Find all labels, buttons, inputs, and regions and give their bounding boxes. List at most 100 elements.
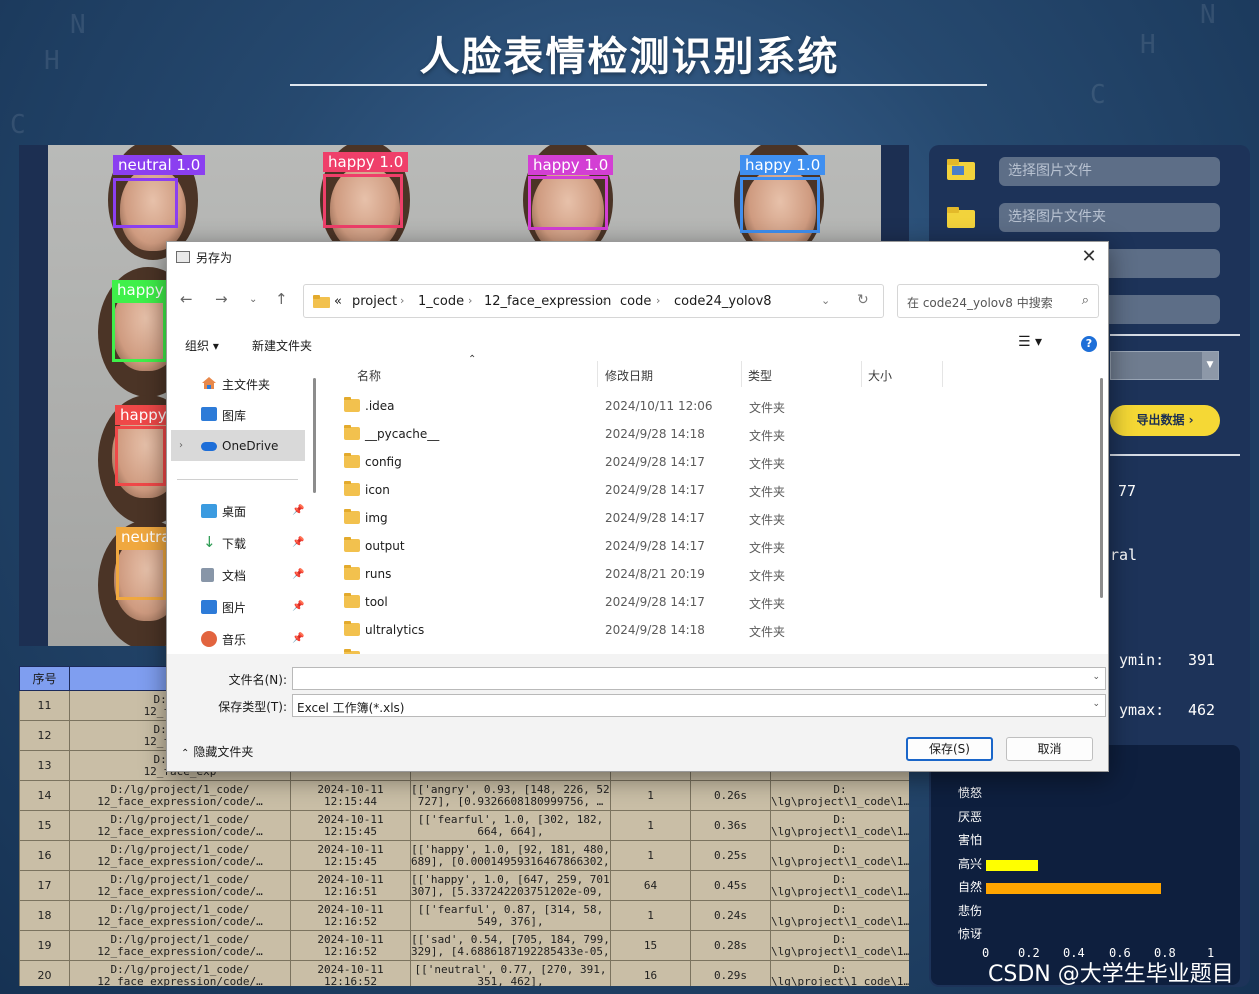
panel-divider — [1110, 454, 1240, 456]
filetype-select[interactable]: Excel 工作簿(*.xls) ⌄ — [292, 694, 1106, 717]
export-data-button[interactable]: 导出数据 › — [1110, 405, 1220, 436]
back-arrow-icon[interactable]: ← — [180, 290, 193, 308]
refresh-icon[interactable]: ↻ — [857, 292, 869, 308]
table-row[interactable]: 16 D:/lg/project/1_code/12_face_expressio… — [19, 840, 909, 871]
file-type: 文件夹 — [749, 401, 786, 415]
image-folder-input[interactable]: 选择图片文件夹 — [999, 203, 1220, 232]
chevron-down-icon[interactable]: ⌄ — [1092, 699, 1100, 709]
nav-item-documents[interactable]: 文档 — [222, 567, 246, 584]
chevron-down-icon[interactable]: ⌄ — [821, 294, 830, 307]
nav-item-gallery[interactable]: 图库 — [222, 407, 246, 424]
cell-line: 12_face_expression/code/… — [97, 944, 263, 958]
file-row[interactable]: img 2024/9/28 14:17 文件夹 — [343, 504, 1098, 532]
image-folder-icon[interactable] — [946, 205, 976, 229]
file-row[interactable]: config 2024/9/28 14:17 文件夹 — [343, 448, 1098, 476]
pin-icon[interactable]: 📌 — [292, 633, 304, 644]
time-cell: 2024-10-11 12:16:52 — [290, 960, 411, 986]
file-type: 文件夹 — [749, 541, 786, 555]
file-row[interactable]: icon 2024/9/28 14:17 文件夹 — [343, 476, 1098, 504]
bar-category-label: 自然 — [958, 880, 983, 894]
breadcrumb-overflow[interactable]: « — [334, 294, 342, 309]
save-path-cell: D: \lg\project\1_code\1… — [770, 810, 909, 841]
nav-item-onedrive[interactable]: OneDrive — [222, 439, 278, 453]
up-arrow-icon[interactable]: ↑ — [275, 290, 288, 308]
breadcrumb-item[interactable]: code — [620, 294, 651, 309]
column-header-name[interactable]: 名称 — [357, 367, 381, 384]
file-row[interactable]: output 2024/9/28 14:17 文件夹 — [343, 532, 1098, 560]
image-file-icon[interactable] — [946, 157, 976, 181]
row-index: 20 — [19, 960, 70, 986]
breadcrumb-item[interactable]: 12_face_expression — [484, 294, 611, 309]
column-header-date[interactable]: 修改日期 — [605, 367, 653, 384]
breadcrumb-item[interactable]: 1_code — [418, 294, 464, 309]
file-row[interactable]: ultralytics 2024/9/28 14:18 文件夹 — [343, 616, 1098, 644]
cell-line: D: — [833, 872, 847, 886]
file-name: img — [365, 511, 388, 525]
table-row[interactable]: 20 D:/lg/project/1_code/12_face_expressio… — [19, 960, 909, 986]
image-path-cell: D:/lg/project/1_code/12_face_expression/… — [69, 810, 291, 841]
nav-item-music[interactable]: 音乐 — [222, 631, 246, 648]
file-row[interactable]: __pycache__ 2024/9/28 14:18 文件夹 — [343, 420, 1098, 448]
table-row[interactable]: 15 D:/lg/project/1_code/12_face_expressio… — [19, 810, 909, 841]
file-row[interactable]: runs 2024/8/21 20:19 文件夹 — [343, 560, 1098, 588]
help-icon[interactable]: ? — [1081, 336, 1097, 352]
address-bar[interactable]: « project › 1_code › 12_face_expression … — [303, 284, 884, 318]
nav-scrollbar[interactable] — [313, 378, 316, 493]
column-header[interactable]: 序号 — [19, 666, 70, 691]
forward-arrow-icon[interactable]: → — [215, 290, 228, 308]
pin-icon[interactable]: 📌 — [292, 537, 304, 548]
file-row[interactable]: .idea 2024/10/11 12:06 文件夹 — [343, 392, 1098, 420]
time-cell: 2024-10-11 12:15:45 — [290, 840, 411, 871]
view-options-icon[interactable]: ☰ ▾ — [1018, 334, 1042, 350]
nav-item-desktop[interactable]: 桌面 — [222, 503, 246, 520]
organize-button[interactable]: 组织 ▾ — [185, 337, 219, 354]
breadcrumb-item[interactable]: code24_yolov8 — [674, 294, 772, 309]
image-file-input[interactable]: 选择图片文件 — [999, 157, 1220, 186]
image-path-cell: D:/lg/project/1_code/12_face_expression/… — [69, 780, 291, 811]
chevron-right-icon: › — [656, 294, 661, 307]
pin-icon[interactable]: 📌 — [292, 601, 304, 612]
table-row[interactable]: 19 D:/lg/project/1_code/12_face_expressio… — [19, 930, 909, 961]
hide-folders-toggle[interactable]: ⌃ 隐藏文件夹 — [181, 743, 253, 760]
nav-item-downloads[interactable]: 下载 — [222, 535, 246, 552]
nav-item-home[interactable]: 主文件夹 — [222, 376, 270, 393]
cancel-button[interactable]: 取消 — [1006, 737, 1093, 761]
dialog-titlebar[interactable]: 另存为 ✕ — [167, 242, 1108, 272]
cell-line: 12_face_expression/code/… — [97, 824, 263, 838]
duration-cell: 0.25s — [690, 840, 771, 871]
pin-icon[interactable]: 📌 — [292, 505, 304, 516]
column-header-type[interactable]: 类型 — [748, 367, 772, 384]
folder-icon — [344, 621, 360, 636]
close-icon[interactable]: ✕ — [1078, 246, 1100, 267]
folder-icon — [344, 453, 360, 468]
file-date: 2024/9/28 14:17 — [605, 511, 705, 525]
column-divider[interactable] — [597, 361, 598, 387]
chevron-down-icon[interactable]: ⌄ — [249, 294, 257, 305]
new-folder-button[interactable]: 新建文件夹 — [252, 337, 312, 354]
pin-icon[interactable]: 📌 — [292, 569, 304, 580]
file-type: 文件夹 — [749, 429, 786, 443]
column-divider[interactable] — [741, 361, 742, 387]
chevron-up-icon: ⌃ — [181, 748, 190, 759]
breadcrumb-item[interactable]: project — [352, 294, 397, 309]
save-button[interactable]: 保存(S) — [906, 737, 993, 761]
chevron-down-icon[interactable]: ⌄ — [1092, 672, 1100, 682]
search-input[interactable]: 在 code24_yolov8 中搜索 ⌕ — [897, 284, 1099, 318]
target-select[interactable]: ▼ — [1110, 351, 1219, 380]
table-row[interactable]: 18 D:/lg/project/1_code/12_face_expressio… — [19, 900, 909, 931]
column-divider[interactable] — [861, 361, 862, 387]
column-divider[interactable] — [942, 361, 943, 387]
file-row[interactable]: tool 2024/9/28 14:17 文件夹 — [343, 588, 1098, 616]
table-row[interactable]: 17 D:/lg/project/1_code/12_face_expressio… — [19, 870, 909, 901]
table-row[interactable]: 14 D:/lg/project/1_code/12_face_expressio… — [19, 780, 909, 811]
column-header-size[interactable]: 大小 — [868, 367, 892, 384]
file-date: 2024/10/11 12:06 — [605, 399, 713, 413]
filename-input[interactable]: ⌄ — [292, 667, 1106, 690]
file-row-partial[interactable] — [343, 644, 1098, 654]
nav-item-pictures[interactable]: 图片 — [222, 599, 246, 616]
home-icon — [201, 375, 217, 389]
cell-line: 2024-10-11 — [317, 782, 384, 796]
file-name: icon — [365, 483, 390, 497]
file-list-scrollbar[interactable] — [1100, 378, 1103, 598]
nav-chevron-icon[interactable]: › — [179, 440, 183, 451]
